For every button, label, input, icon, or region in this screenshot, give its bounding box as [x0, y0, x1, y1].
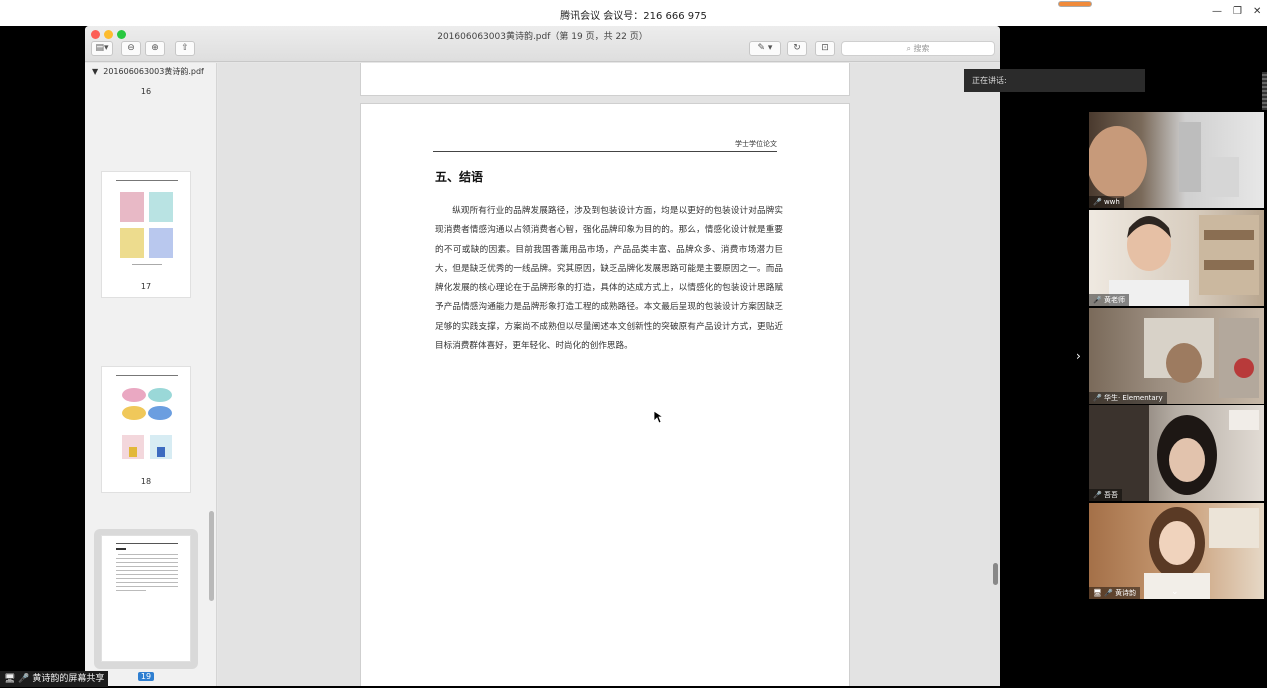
thumbnail-page-18[interactable]: [101, 366, 191, 493]
meeting-title-bar: 腾讯会议 会议号：216 666 975 — ❐ ✕: [0, 0, 1267, 26]
thumbnail-19-art: [116, 543, 178, 591]
thumbnail-18-art: [116, 375, 178, 459]
toolbox-icon[interactable]: ⊡: [815, 41, 835, 56]
page-number-16: 16: [140, 87, 152, 96]
restore-icon[interactable]: ❐: [1233, 6, 1242, 17]
markup-pen-icon[interactable]: ✎ ▾: [749, 41, 781, 56]
thumbnail-sidebar: ▼ 201606063003黄诗韵.pdf 16 17 18 19: [85, 63, 217, 686]
participant-tile[interactable]: 🎤 黄老师: [1089, 210, 1264, 306]
screen-share-label: 黄诗韵的屏幕共享: [32, 674, 105, 684]
page-number-18: 18: [140, 477, 152, 486]
meeting-title: 腾讯会议 会议号：216 666 975: [560, 11, 707, 22]
participant-name: 黄诗韵: [1115, 589, 1137, 597]
participant-tile[interactable]: 🎤 wwh: [1089, 112, 1264, 208]
participant-tile[interactable]: 🖥 🎤 黄诗韵 ⌄: [1089, 503, 1264, 599]
mouse-cursor-icon: [653, 410, 663, 424]
participant-name: wwh: [1103, 198, 1120, 206]
page-header: 学士学位论文: [433, 139, 777, 152]
previous-page-bottom: [360, 63, 850, 96]
collapse-panel-chevron-icon[interactable]: ›: [1076, 349, 1081, 363]
sidebar-file-name: 201606063003黄诗韵.pdf: [103, 67, 204, 76]
close-icon[interactable]: ✕: [1253, 6, 1261, 17]
current-page-badge: 19: [137, 672, 155, 681]
thumbnail-page-17[interactable]: [101, 171, 191, 298]
screen-share-badge: 🖥 🎤 黄诗韵的屏幕共享: [0, 671, 109, 687]
participant-name: 华生· Elementary: [1103, 394, 1163, 402]
video-feed-5: [1144, 507, 1259, 599]
document-viewer: 学士学位论文 五、结语 纵观所有行业的品牌发展路径，涉及到包装设计方面，均是以更…: [218, 63, 1000, 686]
speaking-indicator: 正在讲话:: [964, 69, 1145, 92]
participant-label: 🖥 🎤 黄诗韵: [1089, 587, 1141, 599]
rotate-icon[interactable]: ↻: [787, 41, 807, 56]
expand-chevron-icon[interactable]: ⌄: [1171, 587, 1179, 597]
preview-toolbar: 201606063003黄诗韵.pdf（第 19 页，共 22 页） ▤▾ ⊖ …: [85, 26, 1000, 62]
pdf-page-19: 学士学位论文 五、结语 纵观所有行业的品牌发展路径，涉及到包装设计方面，均是以更…: [360, 103, 850, 686]
video-feed-2: [1109, 215, 1259, 306]
participant-name: 吾吾: [1103, 491, 1118, 499]
share-icon[interactable]: ⇧: [175, 41, 195, 56]
minimize-icon[interactable]: —: [1212, 6, 1222, 17]
participant-label: 🎤 华生· Elementary: [1089, 392, 1167, 404]
participant-panel-scroll[interactable]: [1262, 72, 1267, 110]
sidebar-file-entry[interactable]: ▼ 201606063003黄诗韵.pdf: [92, 66, 204, 77]
video-feed-1: [1089, 122, 1239, 198]
participant-tile[interactable]: 🎤 吾吾: [1089, 405, 1264, 501]
sidebar-toggle-icon[interactable]: ▤▾: [91, 41, 113, 56]
page-number-17: 17: [140, 282, 152, 291]
participant-name: 黄老师: [1103, 296, 1125, 304]
network-indicator: [1058, 1, 1092, 7]
viewer-scrollbar[interactable]: [993, 563, 998, 585]
search-placeholder: 搜索: [913, 44, 930, 53]
participant-label: 🎤 wwh: [1089, 196, 1124, 208]
participant-label: 🎤 黄老师: [1089, 294, 1129, 306]
participant-tile[interactable]: 🎤 华生· Elementary: [1089, 308, 1264, 404]
shared-preview-window: 201606063003黄诗韵.pdf（第 19 页，共 22 页） ▤▾ ⊖ …: [85, 26, 1000, 686]
section-title: 五、结语: [435, 170, 484, 184]
video-feed-3: [1144, 318, 1259, 398]
zoom-out-icon[interactable]: ⊖: [121, 41, 141, 56]
thumbnail-page-19[interactable]: [101, 535, 191, 662]
search-input[interactable]: ⌕ 搜索: [841, 41, 995, 56]
thumbnail-17-art: [116, 180, 178, 265]
conclusion-paragraph: 纵观所有行业的品牌发展路径，涉及到包装设计方面，均是以更好的包装设计对品牌实现消…: [435, 206, 783, 352]
participant-label: 🎤 吾吾: [1089, 489, 1122, 501]
zoom-in-icon[interactable]: ⊕: [145, 41, 165, 56]
video-feed-4: [1089, 405, 1259, 501]
sidebar-scrollbar[interactable]: [209, 511, 214, 601]
